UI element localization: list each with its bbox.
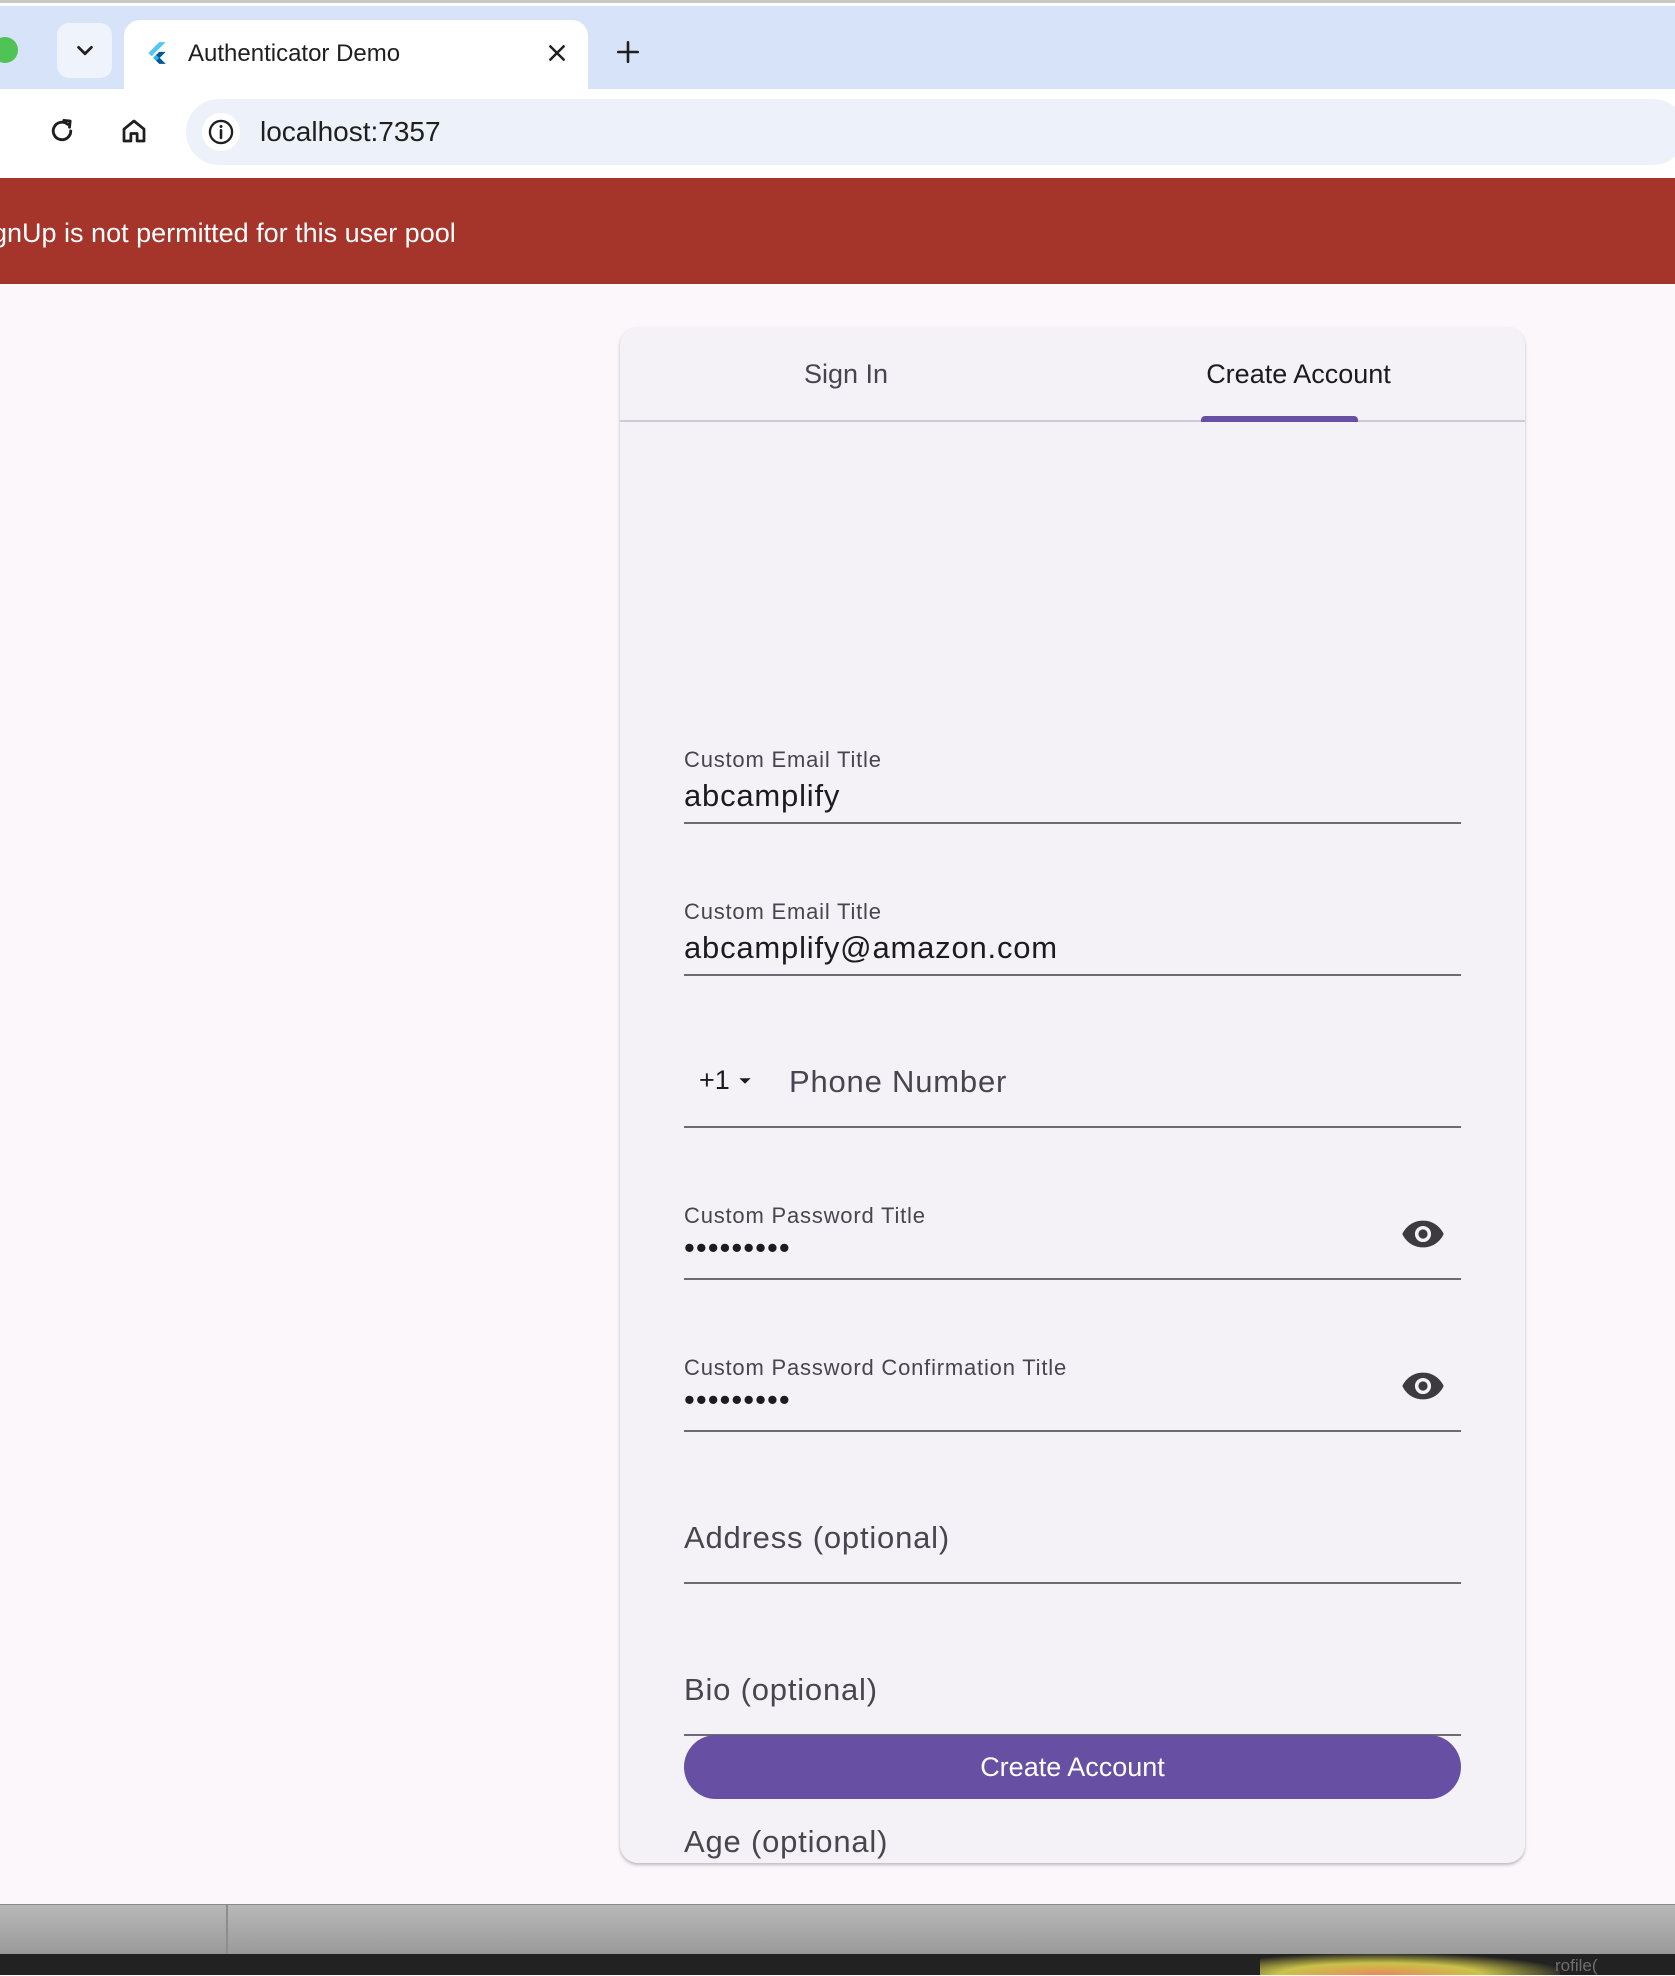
active-tab-indicator <box>1201 416 1358 422</box>
address-field[interactable]: Address (optional) <box>684 1484 1461 1584</box>
auth-tab-bar: Sign In Create Account <box>620 327 1525 422</box>
browser-tab-active[interactable]: Authenticator Demo <box>124 20 588 92</box>
eye-icon <box>1402 1220 1444 1248</box>
username-label: Custom Email Title <box>684 747 882 772</box>
error-message: ignUp is not permitted for this user poo… <box>0 218 456 248</box>
bio-placeholder: Bio (optional) <box>684 1672 878 1707</box>
plus-icon <box>616 40 640 64</box>
tab-search-button[interactable] <box>57 23 112 78</box>
password-label: Custom Password Title <box>684 1203 926 1228</box>
taskbar-divider <box>226 1905 228 1955</box>
email-field[interactable]: Custom Email Title abcamplify@amazon.com <box>684 876 1461 976</box>
flutter-icon <box>148 42 166 64</box>
home-icon <box>122 119 146 143</box>
bio-field[interactable]: Bio (optional) <box>684 1636 1461 1736</box>
password-confirm-visibility-toggle[interactable] <box>1399 1362 1447 1410</box>
reload-icon <box>51 118 73 142</box>
email-label: Custom Email Title <box>684 899 882 924</box>
dock-label: rofile( <box>1555 1956 1598 1975</box>
caret-down-icon <box>739 1077 751 1084</box>
taskbar <box>0 1904 1675 1955</box>
reload-button[interactable] <box>38 107 86 155</box>
browser-toolbar: localhost:7357 <box>0 89 1675 181</box>
info-icon <box>208 119 234 145</box>
address-bar[interactable]: localhost:7357 <box>186 99 1675 165</box>
url-text[interactable]: localhost:7357 <box>260 116 441 148</box>
dock-app-icon[interactable] <box>1260 1954 1560 1975</box>
password-confirm-masked-value: ••••••••• <box>684 1382 791 1417</box>
address-placeholder: Address (optional) <box>684 1520 950 1555</box>
dock: rofile( <box>0 1954 1675 1975</box>
country-code-value: +1 <box>699 1065 730 1095</box>
tab-title: Authenticator Demo <box>188 40 401 67</box>
password-confirm-label: Custom Password Confirmation Title <box>684 1355 1067 1380</box>
tab-close-button[interactable] <box>542 38 572 68</box>
window-zoom-button[interactable] <box>0 37 18 63</box>
browser-chrome: Authenticator Demo localhost:7357 <box>0 0 1675 181</box>
password-confirm-field[interactable]: Custom Password Confirmation Title •••••… <box>684 1332 1461 1432</box>
tab-strip: Authenticator Demo <box>0 6 1675 92</box>
username-field[interactable]: Custom Email Title abcamplify <box>684 724 1461 824</box>
country-code-selector[interactable]: +1 <box>699 1065 752 1096</box>
site-info-button[interactable] <box>202 113 240 151</box>
email-value: abcamplify@amazon.com <box>684 930 1058 965</box>
password-field[interactable]: Custom Password Title ••••••••• <box>684 1180 1461 1280</box>
age-placeholder: Age (optional) <box>684 1824 889 1859</box>
create-account-button[interactable]: Create Account <box>684 1735 1461 1799</box>
password-visibility-toggle[interactable] <box>1399 1210 1447 1258</box>
home-button[interactable] <box>110 107 158 155</box>
username-value: abcamplify <box>684 778 841 813</box>
new-tab-button[interactable] <box>608 32 648 72</box>
phone-field[interactable]: +1 Phone Number <box>684 1028 1461 1128</box>
tab-sign-in[interactable]: Sign In <box>620 327 1072 422</box>
password-masked-value: ••••••••• <box>684 1230 791 1265</box>
tab-create-account[interactable]: Create Account <box>1072 327 1525 422</box>
age-field[interactable]: Age (optional) <box>684 1788 1461 1863</box>
authenticator-card: Sign In Create Account Custom Email Titl… <box>620 327 1525 1863</box>
close-icon <box>549 45 565 61</box>
chevron-down-icon <box>76 45 93 55</box>
eye-icon <box>1402 1372 1444 1400</box>
error-banner: ignUp is not permitted for this user poo… <box>0 178 1675 284</box>
phone-placeholder: Phone Number <box>789 1064 1008 1099</box>
